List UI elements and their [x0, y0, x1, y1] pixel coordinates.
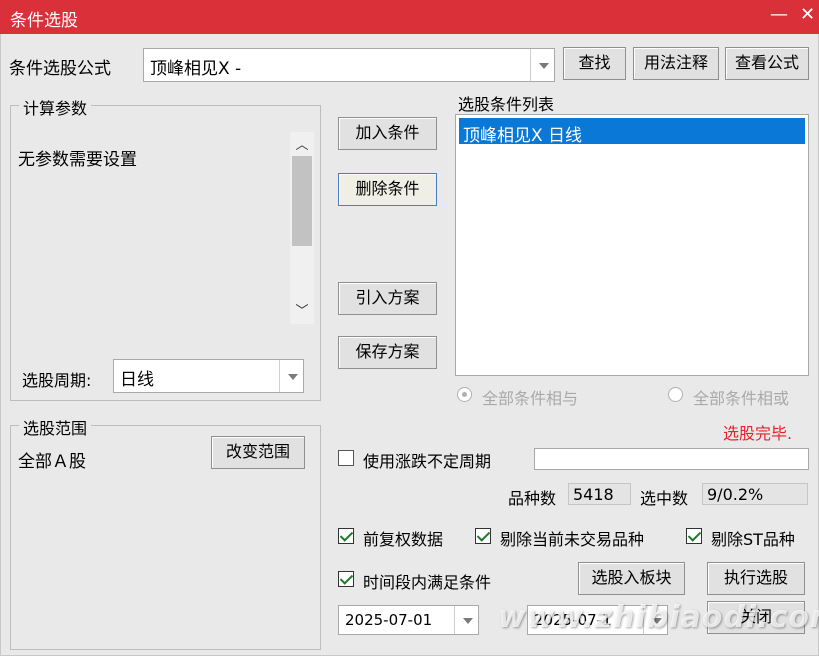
window-title: 条件选股: [10, 11, 78, 31]
close-icon[interactable]: ✕: [800, 4, 815, 25]
find-button[interactable]: 查找: [563, 47, 626, 80]
watermark: www.zhibiaodi.com: [498, 600, 819, 635]
start-date-value: 2025-07-01: [345, 611, 433, 629]
radio-or[interactable]: [668, 387, 683, 402]
change-scope-button[interactable]: 改变范围: [211, 436, 305, 469]
time-range-label: 时间段内满足条件: [363, 573, 492, 592]
chevron-up-icon[interactable]: ︿: [290, 134, 314, 154]
exclude-st-checkbox[interactable]: [686, 528, 702, 544]
view-formula-button[interactable]: 查看公式: [725, 47, 809, 80]
forward-adjust-checkbox[interactable]: [338, 528, 354, 544]
selected-label: 选中数: [640, 489, 689, 508]
usage-notes-button[interactable]: 用法注释: [633, 47, 719, 80]
selected-value: 9/0.2%: [702, 483, 808, 505]
time-range-checkbox[interactable]: [338, 571, 354, 587]
condition-list[interactable]: 顶峰相见X 日线: [455, 114, 809, 376]
title-bar: 条件选股 — ✕: [0, 0, 819, 34]
list-item[interactable]: 顶峰相见X 日线: [459, 118, 805, 146]
variable-period-label: 使用涨跌不定周期: [363, 452, 492, 471]
formula-label: 条件选股公式: [9, 59, 111, 79]
radio-and-label: 全部条件相与: [482, 389, 579, 408]
import-plan-button[interactable]: 引入方案: [338, 282, 437, 315]
period-value: 日线: [120, 370, 154, 390]
add-condition-button[interactable]: 加入条件: [338, 117, 437, 150]
minimize-icon[interactable]: —: [770, 4, 788, 25]
exclude-untraded-label: 剔除当前未交易品种: [500, 530, 645, 549]
start-date-select[interactable]: 2025-07-01: [338, 605, 479, 635]
scope-legend: 选股范围: [19, 415, 92, 439]
period-select[interactable]: 日线: [113, 359, 304, 393]
exclude-untraded-checkbox[interactable]: [475, 528, 491, 544]
chevron-down-icon[interactable]: [530, 49, 554, 81]
count-label: 品种数: [508, 489, 557, 508]
status-text: 选股完毕.: [723, 424, 793, 443]
save-plan-button[interactable]: 保存方案: [338, 336, 437, 369]
scroll-thumb[interactable]: [292, 156, 312, 246]
scope-value: 全部Ａ股: [18, 452, 86, 472]
add-to-block-button[interactable]: 选股入板块: [578, 562, 685, 595]
chevron-down-icon[interactable]: [279, 360, 303, 392]
forward-adjust-label: 前复权数据: [363, 530, 444, 549]
formula-select[interactable]: 顶峰相见X -: [143, 48, 555, 82]
radio-and[interactable]: [457, 387, 472, 402]
condition-list-label: 选股条件列表: [458, 95, 555, 114]
count-value: 5418: [568, 483, 631, 505]
params-message: 无参数需要设置: [18, 150, 137, 170]
chevron-down-icon[interactable]: [454, 606, 478, 634]
execute-button[interactable]: 执行选股: [707, 562, 805, 595]
chevron-down-icon[interactable]: ﹀: [290, 300, 314, 320]
variable-period-checkbox[interactable]: [338, 450, 354, 466]
params-scrollbar[interactable]: ︿ ﹀: [290, 132, 314, 324]
params-legend: 计算参数: [19, 95, 92, 119]
radio-or-label: 全部条件相或: [693, 389, 790, 408]
period-label: 选股周期:: [22, 371, 92, 390]
delete-condition-button[interactable]: 删除条件: [338, 173, 437, 206]
variable-period-input[interactable]: [534, 448, 809, 470]
exclude-st-label: 剔除ST品种: [711, 530, 795, 549]
formula-value: 顶峰相见X -: [150, 59, 242, 79]
